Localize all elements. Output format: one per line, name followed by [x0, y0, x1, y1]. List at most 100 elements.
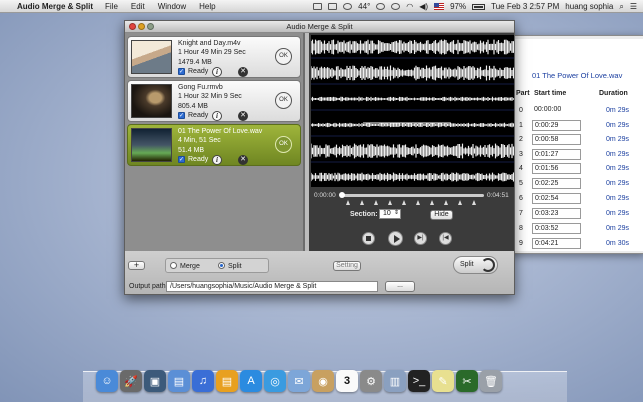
status-app-icon[interactable] [313, 3, 323, 10]
preview-icon[interactable]: ▥ [384, 370, 406, 392]
ok-button[interactable]: OK [275, 48, 292, 65]
ready-checkbox[interactable]: ✓ [178, 156, 185, 163]
start-time-text: 00:00:00 [532, 105, 581, 116]
add-file-button[interactable]: + [128, 261, 145, 270]
preferences-icon[interactable]: ⚙ [360, 370, 382, 392]
stepper-arrows-icon[interactable]: ⇕ [394, 209, 399, 216]
menu-help[interactable]: Help [199, 2, 215, 11]
time-machine-icon[interactable] [376, 3, 386, 10]
ready-label: Ready [188, 68, 209, 75]
photo-icon[interactable]: ▣ [144, 370, 166, 392]
split-radio[interactable] [218, 262, 225, 269]
start-time-field[interactable]: 0:01:27 [532, 149, 581, 160]
part-number: 3 [519, 151, 523, 158]
section-marker[interactable] [458, 200, 462, 205]
section-stepper[interactable]: 10 ⇕ [379, 209, 401, 219]
split-button[interactable]: Split [453, 256, 498, 274]
user-menu[interactable]: huang sophia [565, 2, 613, 11]
itunes-icon[interactable]: ♫ [192, 370, 214, 392]
start-time-field[interactable]: 0:02:54 [532, 193, 581, 204]
start-time-field[interactable]: 0:00:58 [532, 134, 581, 145]
status-temperature-icon[interactable] [343, 3, 353, 10]
spotlight-icon[interactable]: ⌕ [619, 2, 623, 12]
stop-icon [366, 236, 371, 241]
bluetooth-icon[interactable] [391, 3, 401, 10]
file-thumbnail [131, 40, 172, 74]
timeline-knob[interactable] [339, 192, 345, 198]
ready-checkbox[interactable]: ✓ [178, 112, 185, 119]
notification-center-icon[interactable]: ☰ [630, 2, 637, 11]
start-time-field[interactable]: 0:04:21 [532, 238, 581, 249]
start-time-field[interactable]: 0:03:23 [532, 208, 581, 219]
file-item[interactable]: Gong Fu.rmvb 1 Hour 32 Min 9 Sec 805.4 M… [127, 80, 301, 122]
start-time-field[interactable]: 0:03:52 [532, 223, 581, 234]
next-button[interactable]: ▶| [414, 232, 427, 245]
input-flag-icon[interactable] [434, 3, 445, 10]
section-marker[interactable] [346, 200, 350, 205]
folder-icon[interactable]: ▤ [168, 370, 190, 392]
hide-button[interactable]: Hide [430, 210, 453, 220]
timeline-slider[interactable] [340, 194, 484, 197]
menu-window[interactable]: Window [158, 2, 186, 11]
clock[interactable]: Tue Feb 3 2:57 PM [491, 2, 559, 11]
notes-icon[interactable]: ✎ [432, 370, 454, 392]
stop-button[interactable] [362, 232, 375, 245]
remove-icon[interactable]: ✕ [238, 111, 248, 121]
merge-radio[interactable] [170, 262, 177, 269]
browse-button[interactable]: ... [385, 281, 415, 292]
part-duration: 0m 29s [606, 107, 629, 114]
start-time-field[interactable]: 0:02:25 [532, 178, 581, 189]
section-marker[interactable] [430, 200, 434, 205]
section-marker[interactable] [444, 200, 448, 205]
terminal-icon[interactable]: >_ [408, 370, 430, 392]
audio-merge-icon[interactable]: ✂ [456, 370, 478, 392]
setting-button[interactable]: Setting [333, 261, 361, 271]
section-marker[interactable] [360, 200, 364, 205]
output-path-field[interactable]: /Users/huangsophia/Music/Audio Merge & S… [166, 281, 378, 292]
start-time-field[interactable]: 0:01:56 [532, 163, 581, 174]
calendar-icon[interactable]: 3 [336, 370, 358, 392]
ok-button[interactable]: OK [275, 92, 292, 109]
books-icon[interactable]: ▤ [216, 370, 238, 392]
info-icon[interactable]: i [212, 111, 222, 121]
safari-icon[interactable]: ◎ [264, 370, 286, 392]
appstore-icon[interactable]: A [240, 370, 262, 392]
part-duration: 0m 30s [606, 240, 629, 247]
title-bar[interactable]: Audio Merge & Split [125, 21, 514, 33]
ready-checkbox[interactable]: ✓ [178, 68, 185, 75]
section-marker[interactable] [416, 200, 420, 205]
ok-button[interactable]: OK [275, 136, 292, 153]
section-marker[interactable] [388, 200, 392, 205]
trash-icon[interactable]: 🗑 [480, 370, 502, 392]
section-marker[interactable] [374, 200, 378, 205]
menu-edit[interactable]: Edit [131, 2, 145, 11]
part-duration: 0m 29s [606, 225, 629, 232]
file-item[interactable]: Knight and Day.m4v 1 Hour 49 Min 29 Sec … [127, 36, 301, 78]
section-marker[interactable] [402, 200, 406, 205]
mail-icon[interactable]: ✉ [288, 370, 310, 392]
dock-icons: ☺ 🚀 ▣ ▤ ♫ ▤ A ◎ ✉ ◉ 3 ⚙ ▥ >_ ✎ ✂ 🗑 [96, 370, 556, 394]
contacts-icon[interactable]: ◉ [312, 370, 334, 392]
start-time-field[interactable]: 0:00:29 [532, 120, 581, 131]
previous-button[interactable]: |◀ [439, 232, 452, 245]
info-icon[interactable]: i [212, 155, 222, 165]
status-monitor-icon[interactable] [328, 3, 338, 10]
remove-icon[interactable]: ✕ [238, 67, 248, 77]
volume-icon[interactable]: ◀) [419, 2, 428, 11]
launchpad-icon[interactable]: 🚀 [120, 370, 142, 392]
split-option[interactable]: Split [218, 262, 242, 270]
waveform-view[interactable] [311, 35, 514, 187]
play-button[interactable] [388, 231, 403, 246]
battery-icon[interactable] [472, 3, 486, 10]
wifi-icon[interactable]: ◠ [406, 2, 413, 11]
info-icon[interactable]: i [212, 67, 222, 77]
waveform-lane [311, 96, 514, 102]
section-marker[interactable] [472, 200, 476, 205]
part-duration: 0m 29s [606, 122, 629, 129]
remove-icon[interactable]: ✕ [238, 155, 248, 165]
app-menu[interactable]: Audio Merge & Split [17, 2, 93, 11]
merge-option[interactable]: Merge [170, 262, 200, 270]
menu-file[interactable]: File [105, 2, 118, 11]
file-item[interactable]: 01 The Power Of Love.wav 4 Min, 51 Sec 5… [127, 124, 301, 166]
finder-icon[interactable]: ☺ [96, 370, 118, 392]
